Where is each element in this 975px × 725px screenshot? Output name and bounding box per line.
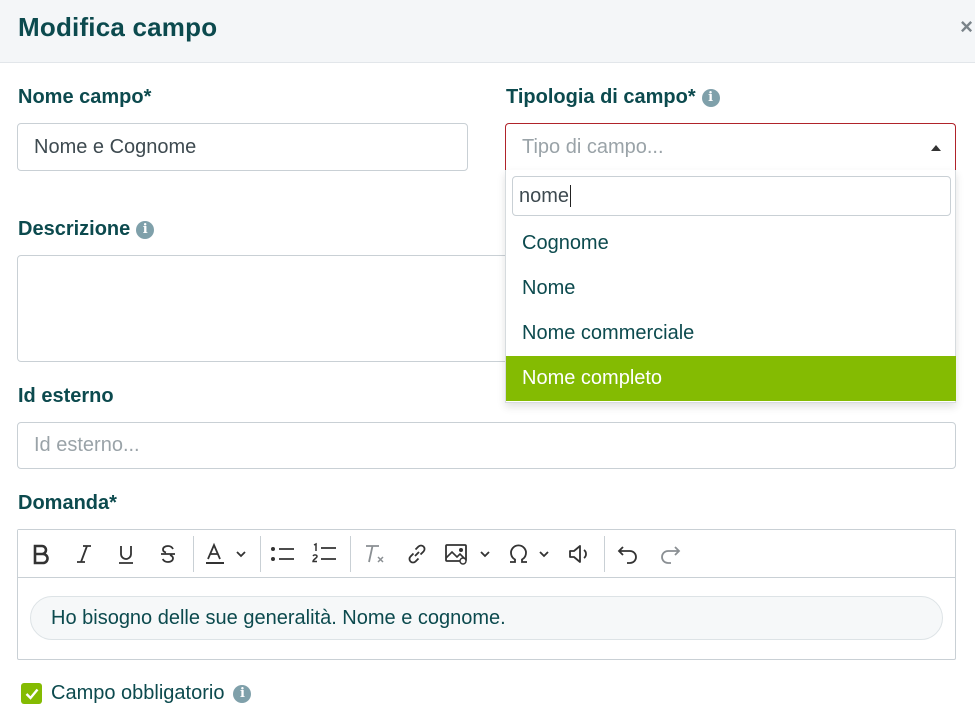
bulleted-list-icon[interactable] — [270, 540, 296, 568]
id-esterno-input[interactable]: Id esterno... — [17, 422, 956, 469]
modal-header: Modifica campo × — [0, 0, 975, 63]
domanda-content[interactable]: Ho bisogno delle sue generalità. Nome e … — [30, 596, 943, 640]
nome-campo-label: Nome campo* — [18, 86, 152, 108]
dropdown-option[interactable]: Cognome — [506, 221, 956, 266]
dropdown-option[interactable]: Nome — [506, 266, 956, 311]
domanda-editor: Ho bisogno delle sue generalità. Nome e … — [17, 529, 956, 660]
id-esterno-label: Id esterno — [18, 385, 114, 407]
toolbar-separator — [604, 536, 605, 572]
nome-campo-input[interactable]: Nome e Cognome — [17, 123, 468, 171]
strikethrough-icon[interactable] — [157, 540, 179, 568]
tipologia-dropdown: nome Cognome Nome Nome commerciale Nome … — [505, 170, 956, 403]
image-icon[interactable] — [444, 540, 494, 568]
tipologia-placeholder: Tipo di campo... — [522, 136, 664, 158]
special-character-icon[interactable] — [507, 540, 555, 568]
toolbar-separator — [260, 536, 261, 572]
info-icon[interactable]: i — [701, 88, 720, 107]
dropdown-option-highlighted[interactable]: Nome completo — [506, 356, 956, 401]
text-color-icon[interactable] — [204, 540, 252, 568]
editor-toolbar — [18, 530, 955, 578]
italic-icon[interactable] — [73, 540, 95, 568]
bold-icon[interactable] — [30, 540, 52, 568]
tipologia-select[interactable]: Tipo di campo... — [505, 123, 956, 171]
remove-format-icon[interactable] — [362, 540, 388, 568]
close-icon[interactable]: × — [960, 14, 973, 40]
modal-title: Modifica campo — [18, 12, 218, 42]
descrizione-label: Descrizione i — [18, 218, 155, 241]
link-icon[interactable] — [405, 540, 429, 568]
tipologia-label: Tipologia di campo* i — [506, 86, 720, 109]
toolbar-separator — [193, 536, 194, 572]
dropdown-search-input[interactable]: nome — [512, 176, 951, 216]
campo-obbligatorio-checkbox[interactable] — [21, 683, 42, 704]
campo-obbligatorio-row: Campo obbligatorio i — [21, 682, 252, 705]
toolbar-separator — [350, 536, 351, 572]
domanda-label: Domanda* — [18, 492, 117, 514]
undo-icon[interactable] — [616, 540, 640, 568]
check-icon — [25, 688, 38, 700]
dropdown-option[interactable]: Nome commerciale — [506, 311, 956, 356]
audio-icon[interactable] — [567, 540, 591, 568]
text-cursor — [570, 185, 572, 207]
caret-up-icon — [931, 145, 941, 151]
info-icon[interactable]: i — [136, 220, 155, 239]
info-icon[interactable]: i — [233, 684, 252, 703]
campo-obbligatorio-label: Campo obbligatorio — [51, 682, 225, 704]
underline-icon[interactable] — [115, 540, 137, 568]
numbered-list-icon[interactable] — [312, 540, 338, 568]
redo-icon[interactable] — [658, 540, 682, 568]
